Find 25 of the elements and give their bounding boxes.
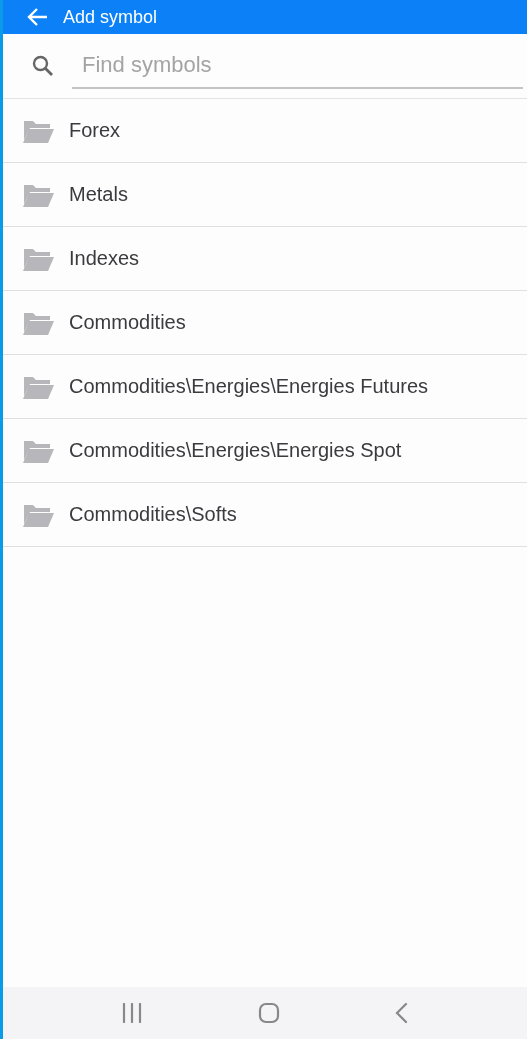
folder-item[interactable]: Commodities [3, 291, 527, 355]
folder-item[interactable]: Commodities\Softs [3, 483, 527, 547]
folder-item[interactable]: Metals [3, 163, 527, 227]
folder-icon [22, 118, 54, 143]
folder-icon [22, 310, 54, 335]
folder-icon [22, 502, 54, 527]
screen-title: Add symbol [63, 6, 158, 28]
folder-label: Commodities [69, 311, 186, 334]
folder-label: Commodities\Energies\Energies Spot [69, 439, 402, 462]
folder-icon [22, 438, 54, 463]
folder-icon [22, 246, 54, 271]
folder-item[interactable]: Commodities\Energies\Energies Spot [3, 419, 527, 483]
search-icon [32, 55, 54, 77]
folder-item[interactable]: Forex [3, 99, 527, 163]
folder-icon [22, 374, 54, 399]
search-field[interactable]: Find symbols [72, 43, 523, 89]
folder-icon [22, 182, 54, 207]
folder-label: Commodities\Softs [69, 503, 237, 526]
folder-item[interactable]: Indexes [3, 227, 527, 291]
folder-label: Metals [69, 183, 128, 206]
back-button[interactable] [27, 7, 49, 27]
folder-item[interactable]: Commodities\Energies\Energies Futures [3, 355, 527, 419]
folder-label: Forex [69, 119, 121, 142]
folder-label: Commodities\Energies\Energies Futures [69, 375, 429, 398]
folder-label: Indexes [69, 247, 140, 270]
